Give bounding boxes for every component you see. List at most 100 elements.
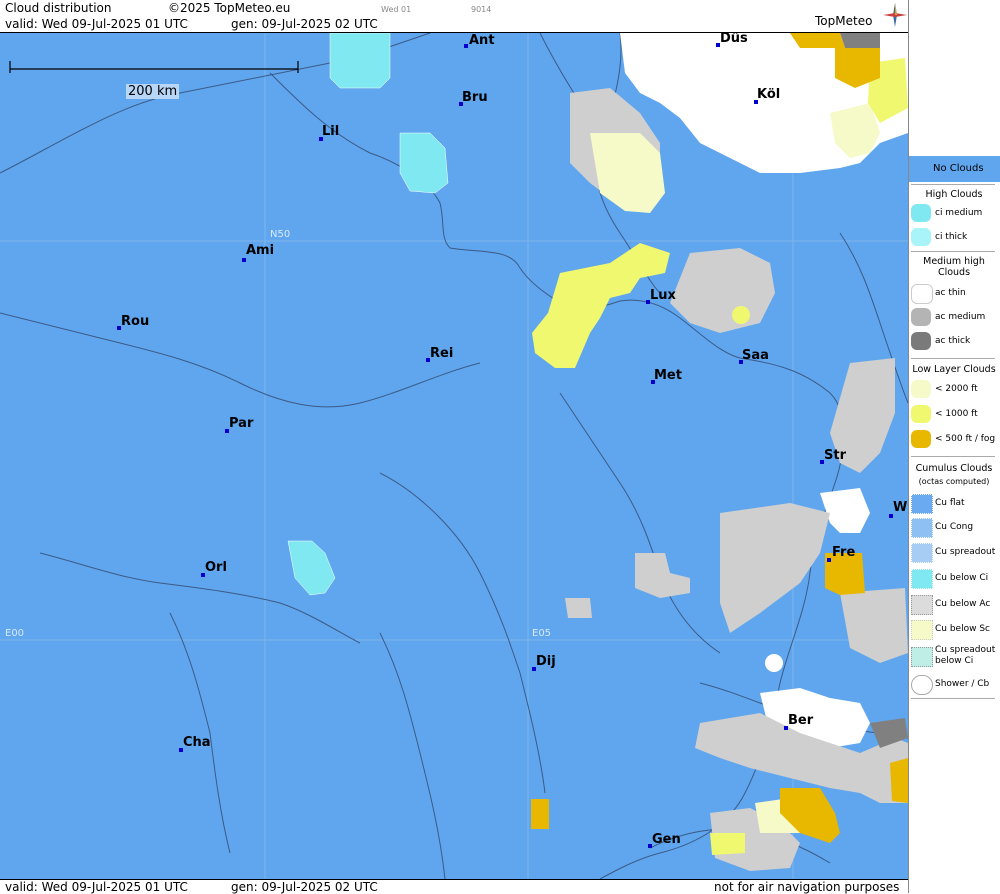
legend-shower-cb-swatch bbox=[911, 675, 933, 695]
lon-label-e00: E00 bbox=[5, 628, 25, 639]
legend-cu-spreadout: Cu spreadout bbox=[909, 543, 1000, 563]
map-canvas bbox=[0, 33, 908, 879]
legend-ac-thick-label: ac thick bbox=[935, 336, 971, 346]
legend-divider bbox=[911, 698, 995, 699]
city-label: Orl bbox=[205, 560, 227, 575]
legend-ci-medium-label: ci medium bbox=[935, 208, 983, 218]
legend-cu-spreadout-below-ci-swatch bbox=[911, 647, 933, 667]
legend-cu-below-sc-swatch bbox=[911, 620, 933, 640]
city-label: Saa bbox=[742, 348, 769, 363]
legend-ci-thick-swatch bbox=[911, 228, 931, 246]
legend-cu-spreadout-swatch bbox=[911, 543, 933, 563]
city-dot bbox=[242, 258, 246, 262]
gen-time: gen: 09-Jul-2025 02 UTC bbox=[231, 17, 378, 31]
legend-cu-spreadout-below-ci: Cu spreadout below Ci bbox=[909, 645, 1000, 673]
legend-ci-thick-label: ci thick bbox=[935, 232, 968, 242]
footer-disclaimer: not for air navigation purposes bbox=[714, 880, 900, 894]
map-header: Cloud distribution ©2025 TopMeteo.eu Wed… bbox=[0, 0, 908, 33]
map-footer: valid: Wed 09-Jul-2025 01 UTC gen: 09-Ju… bbox=[0, 879, 908, 894]
legend-panel: No Clouds High Clouds ci medium ci thick… bbox=[908, 0, 1000, 893]
legend-ac-thick-swatch bbox=[911, 332, 931, 350]
run-day: Wed 01 bbox=[381, 5, 412, 14]
legend-divider bbox=[911, 184, 995, 185]
run-code: 9014 bbox=[471, 5, 492, 14]
legend-ac-thin-swatch bbox=[911, 284, 933, 304]
legend-cu-below-ac-swatch bbox=[911, 595, 933, 615]
legend-low-1000: < 1000 ft bbox=[909, 405, 1000, 425]
topmeteo-logo: TopMeteo bbox=[815, 14, 873, 28]
city-label: Fre bbox=[832, 545, 856, 560]
city-label: Par bbox=[229, 416, 254, 431]
valid-time: valid: Wed 09-Jul-2025 01 UTC bbox=[5, 17, 188, 31]
legend-cu-below-sc: Cu below Sc bbox=[909, 620, 1000, 640]
footer-valid-time: valid: Wed 09-Jul-2025 01 UTC bbox=[5, 880, 188, 894]
map-title: Cloud distribution bbox=[5, 1, 112, 15]
legend-cu-cong: Cu Cong bbox=[909, 518, 1000, 538]
legend-cu-below-ac: Cu below Ac bbox=[909, 595, 1000, 615]
city-label: Gen bbox=[652, 832, 681, 847]
cloud-map[interactable]: 200 km N50 E00 E05 Ant Düs Bru Köl Lil A… bbox=[0, 33, 908, 879]
legend-low-layer-heading: Low Layer Clouds bbox=[912, 364, 996, 375]
legend-shower-cb-label: Shower / Cb bbox=[935, 679, 990, 689]
legend-low-1000-swatch bbox=[911, 405, 931, 423]
legend-low-1000-label: < 1000 ft bbox=[935, 409, 978, 419]
legend-ac-medium: ac medium bbox=[909, 308, 1000, 328]
legend-divider bbox=[911, 456, 995, 457]
city-dot bbox=[464, 44, 468, 48]
legend-low-2000-swatch bbox=[911, 380, 931, 398]
city-label: Ant bbox=[469, 33, 495, 48]
lat-label: N50 bbox=[270, 229, 291, 240]
city-label: Str bbox=[824, 448, 846, 463]
city-label: W bbox=[893, 500, 908, 515]
city-label: Rou bbox=[121, 314, 150, 329]
legend-cu-below-sc-label: Cu below Sc bbox=[935, 624, 990, 634]
legend-cu-cong-label: Cu Cong bbox=[935, 522, 974, 532]
scale-label: 200 km bbox=[126, 84, 180, 99]
legend-ac-thin: ac thin bbox=[909, 284, 1000, 304]
legend-ci-medium-swatch bbox=[911, 204, 931, 222]
legend-cu-flat-swatch bbox=[911, 494, 933, 514]
legend-ci-medium: ci medium bbox=[909, 204, 1000, 224]
legend-no-clouds-label: No Clouds bbox=[933, 163, 984, 174]
legend-no-clouds: No Clouds bbox=[909, 156, 1000, 182]
city-label: Lux bbox=[650, 288, 676, 303]
legend-low-2000-label: < 2000 ft bbox=[935, 384, 978, 394]
city-label: Cha bbox=[183, 735, 211, 750]
legend-low-2000: < 2000 ft bbox=[909, 380, 1000, 400]
legend-cu-below-ci-swatch bbox=[911, 569, 933, 589]
legend-cu-spreadout-label: Cu spreadout bbox=[935, 547, 996, 557]
legend-ac-medium-label: ac medium bbox=[935, 312, 986, 322]
city-dot bbox=[827, 558, 831, 562]
legend-divider bbox=[911, 358, 995, 359]
city-label: Lil bbox=[322, 124, 340, 139]
city-label: Met bbox=[654, 368, 682, 383]
footer-gen-time: gen: 09-Jul-2025 02 UTC bbox=[231, 880, 378, 894]
city-label: Rei bbox=[430, 346, 454, 361]
legend-cu-below-ac-label: Cu below Ac bbox=[935, 599, 991, 609]
legend-ac-medium-swatch bbox=[911, 308, 931, 326]
city-label: Bru bbox=[462, 90, 488, 105]
legend-octas-note: (octas computed) bbox=[918, 477, 990, 486]
legend-high-clouds-heading: High Clouds bbox=[925, 189, 983, 200]
city-label: Düs bbox=[720, 33, 748, 46]
legend-ac-thick: ac thick bbox=[909, 332, 1000, 352]
legend-divider bbox=[911, 251, 995, 252]
legend-cumulus-heading: Cumulus Clouds bbox=[915, 463, 993, 474]
compass-icon bbox=[883, 3, 907, 27]
lon-label-e05: E05 bbox=[532, 628, 552, 639]
city-label: Köl bbox=[757, 87, 781, 102]
legend-cu-cong-swatch bbox=[911, 518, 933, 538]
legend-medium-high-heading: Medium high Clouds bbox=[923, 256, 985, 278]
legend-cu-spreadout-below-ci-label: Cu spreadout below Ci bbox=[935, 645, 996, 666]
legend-cu-flat-label: Cu flat bbox=[935, 498, 965, 508]
legend-cu-below-ci-label: Cu below Ci bbox=[935, 573, 989, 583]
copyright: ©2025 TopMeteo.eu bbox=[168, 1, 291, 15]
legend-shower-cb: Shower / Cb bbox=[909, 675, 1000, 695]
legend-ci-thick: ci thick bbox=[909, 228, 1000, 248]
city-label: Ber bbox=[788, 713, 814, 728]
city-label: Dij bbox=[536, 654, 556, 669]
city-label: Ami bbox=[246, 243, 275, 258]
legend-cu-below-ci: Cu below Ci bbox=[909, 569, 1000, 589]
legend-cu-flat: Cu flat bbox=[909, 494, 1000, 514]
legend-low-500: < 500 ft / fog bbox=[909, 430, 1000, 450]
